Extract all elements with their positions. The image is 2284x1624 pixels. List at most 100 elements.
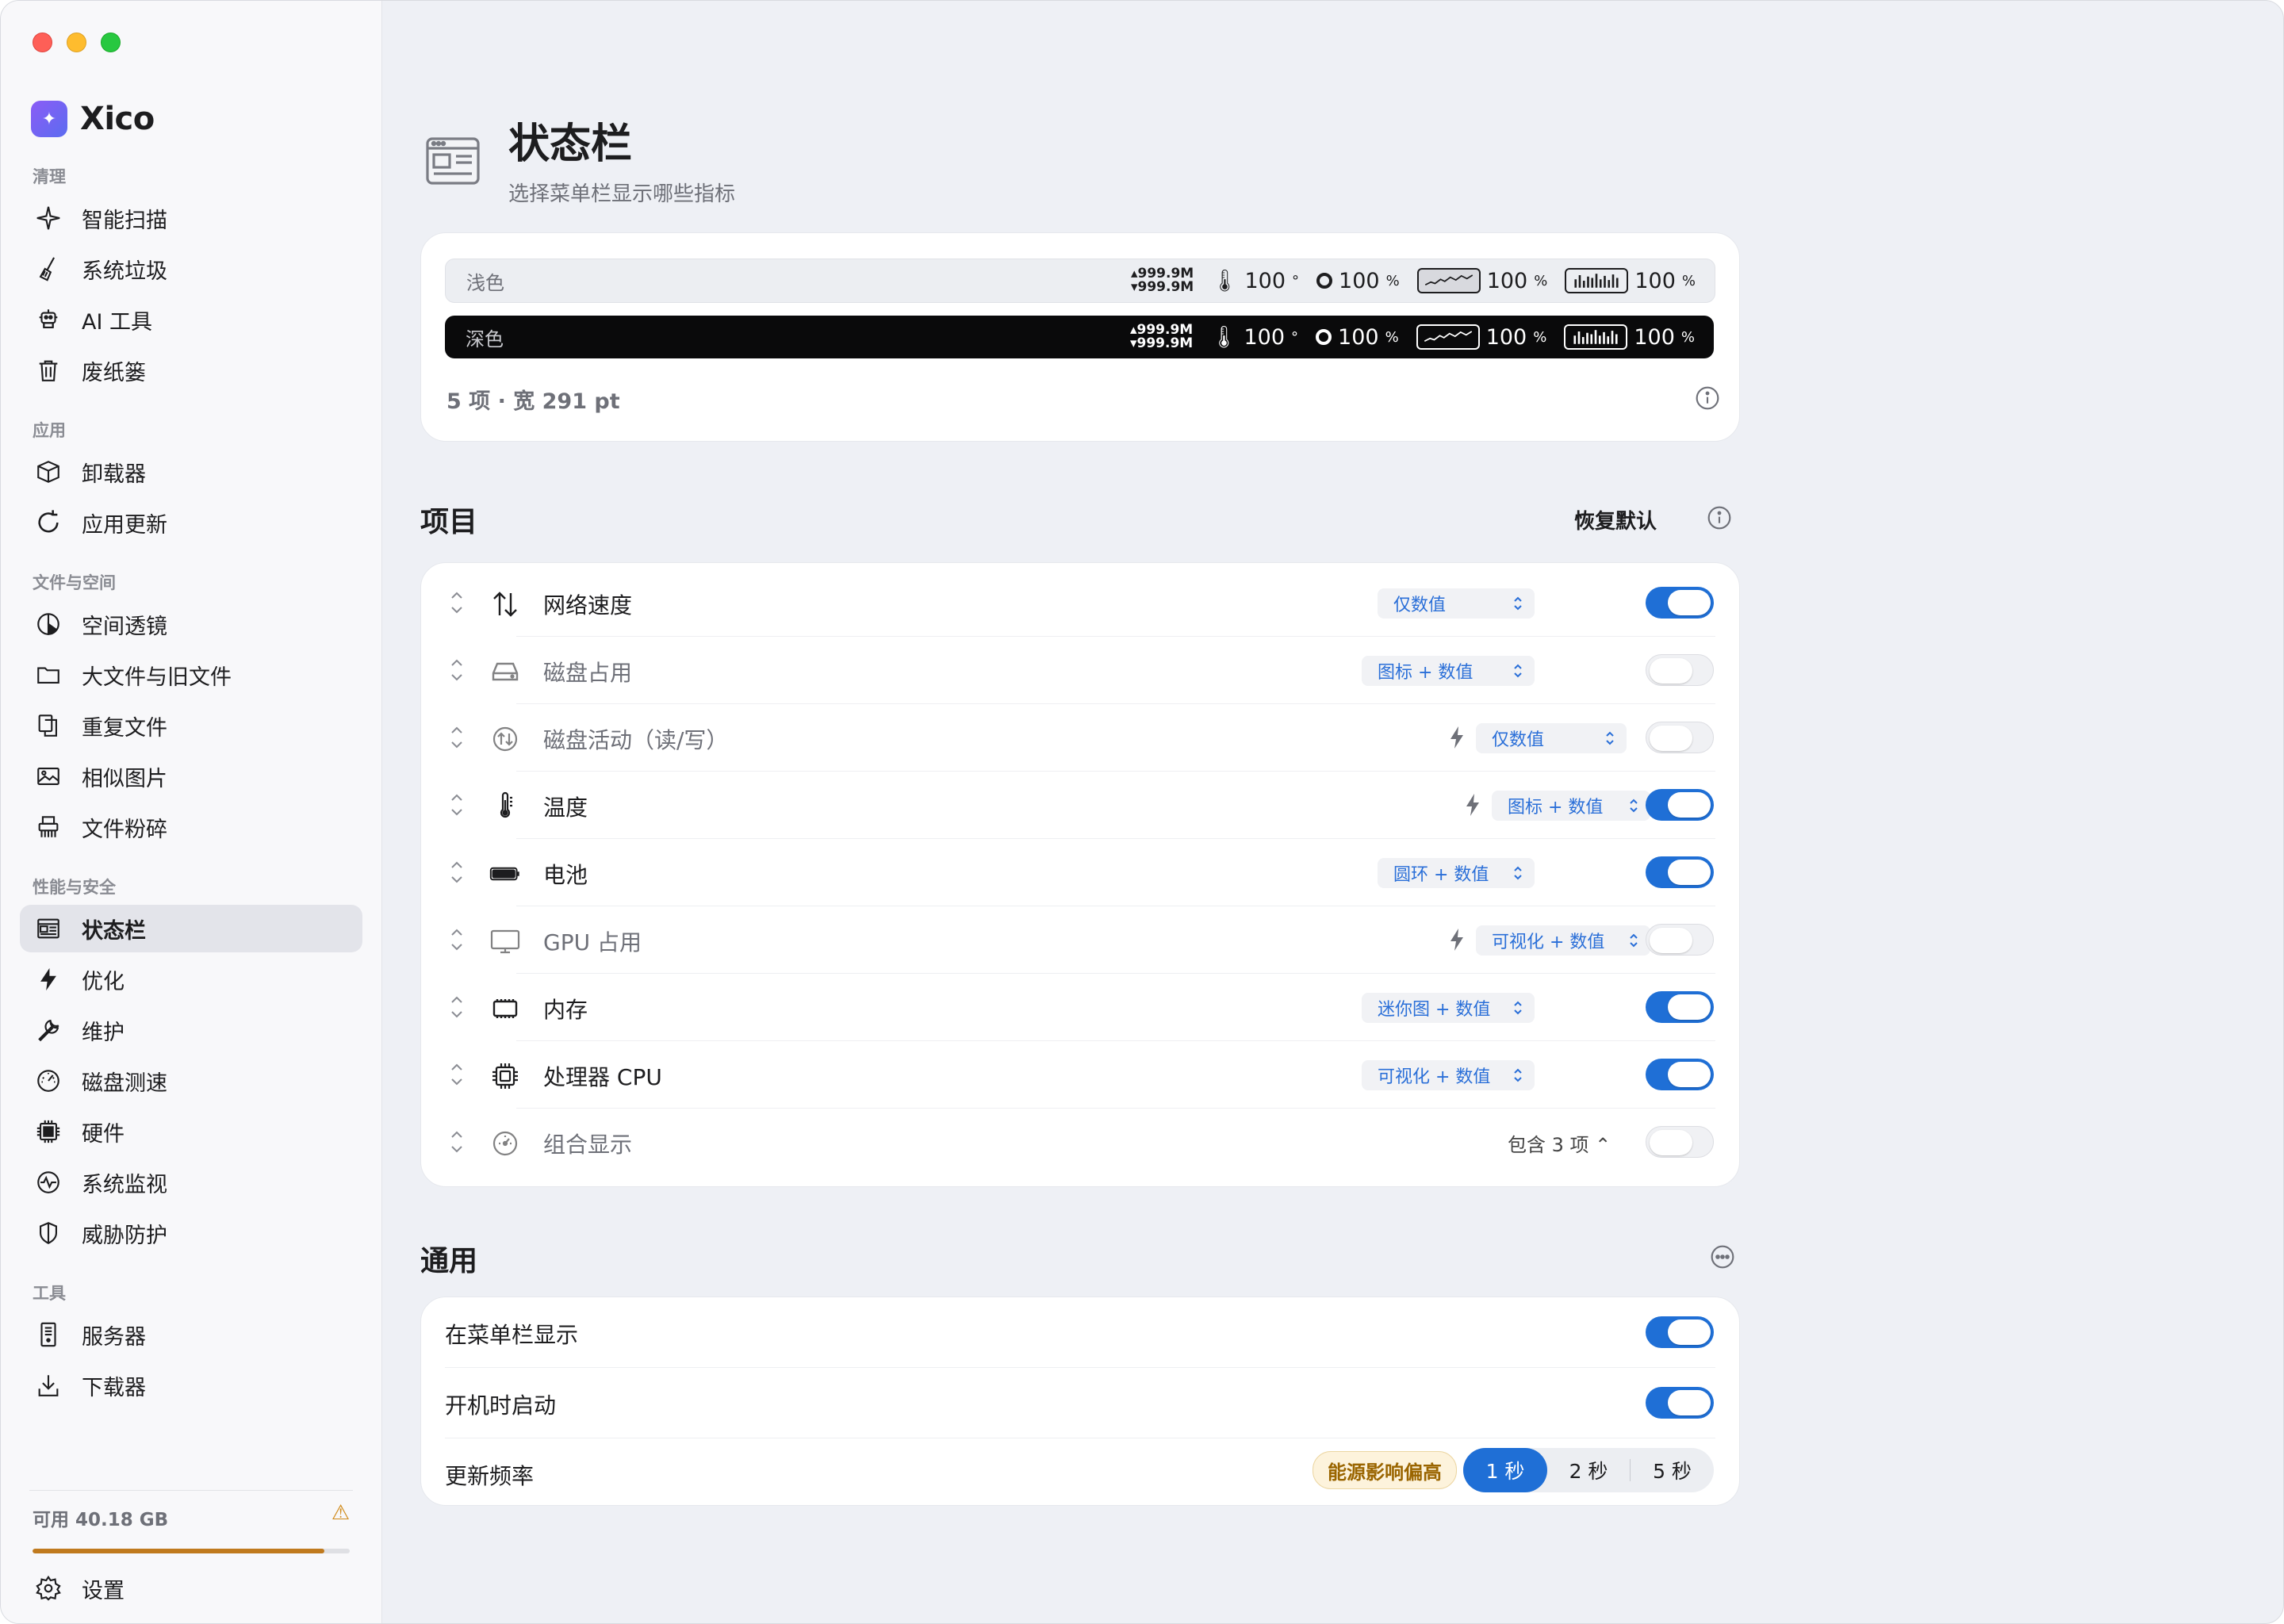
- info-icon[interactable]: [1695, 385, 1720, 411]
- list-item-combined-display: 组合显示 包含 3 项 ⌃: [445, 1109, 1715, 1176]
- sidebar-item-space-lens[interactable]: 空间透镜: [20, 600, 362, 648]
- info-icon[interactable]: [1707, 505, 1732, 530]
- warning-icon: ⚠: [331, 1501, 350, 1525]
- ring-icon: [1316, 329, 1332, 345]
- refresh-icon: [34, 508, 63, 537]
- drag-handle-icon[interactable]: [445, 722, 469, 753]
- sidebar-item-hardware[interactable]: 硬件: [20, 1108, 362, 1155]
- chevron-up-down-icon: [1514, 866, 1522, 880]
- sidebar-item-threat-protection[interactable]: 威胁防护: [20, 1209, 362, 1257]
- speedometer-icon: [34, 1067, 63, 1095]
- sidebar-item-trash[interactable]: 废纸篓: [20, 347, 362, 394]
- sidebar-item-app-updates[interactable]: 应用更新: [20, 499, 362, 546]
- launch-at-login-toggle[interactable]: [1646, 1387, 1714, 1419]
- combined-items-select[interactable]: 包含 3 项 ⌃: [1508, 1129, 1611, 1157]
- enable-toggle[interactable]: [1646, 587, 1714, 619]
- sidebar-item-label: 大文件与旧文件: [82, 665, 232, 690]
- main-content: 状态栏 选择菜单栏显示哪些指标 浅色 ▴999.9M ▾999.9M 🌡︎ 100…: [382, 1, 2283, 1623]
- frequency-option-5s[interactable]: 5 秒: [1631, 1448, 1714, 1492]
- frequency-option-1s[interactable]: 1 秒: [1463, 1448, 1547, 1492]
- drag-handle-icon[interactable]: [445, 789, 469, 821]
- sidebar-item-smart-scan[interactable]: 智能扫描: [20, 194, 362, 242]
- app-window: ✦ Xico 清理 智能扫描 系统垃圾 AI 工具 废纸篓 应用 卸载器 应用更…: [0, 0, 2284, 1624]
- enable-toggle[interactable]: [1646, 722, 1714, 753]
- thermometer-icon: 🌡︎: [1210, 325, 1238, 350]
- sidebar-item-large-old-files[interactable]: 大文件与旧文件: [20, 651, 362, 699]
- list-item-memory: 内存 迷你图 + 数值: [445, 974, 1715, 1041]
- sidebar-item-similar-photos[interactable]: 相似图片: [20, 753, 362, 800]
- list-item-network-speed: 网络速度 仅数值: [445, 569, 1715, 637]
- enable-toggle[interactable]: [1646, 991, 1714, 1023]
- more-options-icon[interactable]: [1710, 1244, 1735, 1270]
- thermometer-icon: [489, 791, 521, 822]
- display-mode-select[interactable]: 图标 + 数值: [1492, 791, 1650, 821]
- item-label: 网络速度: [543, 592, 633, 619]
- app-logo-icon: ✦: [31, 101, 67, 137]
- item-label: 处理器 CPU: [543, 1064, 662, 1090]
- display-mode-select[interactable]: 可视化 + 数值: [1362, 1060, 1535, 1090]
- drag-handle-icon[interactable]: [445, 1059, 469, 1090]
- arrows-up-down-icon: [489, 588, 521, 620]
- drag-handle-icon[interactable]: [445, 654, 469, 686]
- setting-row-update-frequency: 更新频率 能源影响偏高 1 秒 2 秒 5 秒: [445, 1438, 1715, 1509]
- chevron-up-down-icon: ⌃: [1595, 1134, 1611, 1156]
- zoom-window-button[interactable]: [101, 33, 121, 52]
- drag-handle-icon[interactable]: [445, 991, 469, 1023]
- chevron-up-down-icon: [1514, 1001, 1522, 1015]
- item-label: 内存: [543, 997, 588, 1023]
- drag-handle-icon[interactable]: [445, 1126, 469, 1158]
- monitor-icon: [489, 925, 521, 957]
- sidebar-item-duplicate-files[interactable]: 重复文件: [20, 702, 362, 749]
- display-mode-select[interactable]: 仅数值: [1476, 723, 1627, 753]
- sidebar-item-label: 重复文件: [82, 715, 167, 741]
- drag-handle-icon[interactable]: [445, 587, 469, 619]
- sidebar-item-settings[interactable]: 设置: [20, 1565, 362, 1612]
- sidebar-item-uninstaller[interactable]: 卸载器: [20, 448, 362, 496]
- display-mode-select[interactable]: 圆环 + 数值: [1378, 858, 1535, 888]
- sidebar-item-label: 设置: [82, 1578, 125, 1603]
- setting-label: 在菜单栏显示: [445, 1322, 579, 1348]
- chevron-up-down-icon: [1606, 731, 1614, 745]
- sidebar-item-label: 下载器: [82, 1375, 146, 1400]
- setting-label: 开机时启动: [445, 1392, 557, 1419]
- frequency-option-2s[interactable]: 2 秒: [1547, 1448, 1630, 1492]
- enable-toggle[interactable]: [1646, 1126, 1714, 1158]
- sidebar-item-disk-speed[interactable]: 磁盘测速: [20, 1057, 362, 1105]
- display-mode-select[interactable]: 图标 + 数值: [1362, 656, 1535, 686]
- item-label: 温度: [543, 795, 588, 821]
- preview-summary: 5 项 · 宽 291 pt: [446, 389, 620, 414]
- shredder-icon: [34, 813, 63, 841]
- enable-toggle[interactable]: [1646, 924, 1714, 956]
- sidebar-item-label: AI 工具: [82, 309, 153, 335]
- display-mode-select[interactable]: 迷你图 + 数值: [1362, 993, 1535, 1023]
- sidebar-item-ai-tools[interactable]: AI 工具: [20, 296, 362, 343]
- enable-toggle[interactable]: [1646, 789, 1714, 821]
- display-mode-select[interactable]: 可视化 + 数值: [1476, 925, 1650, 956]
- enable-toggle[interactable]: [1646, 654, 1714, 686]
- chevron-up-down-icon: [1514, 664, 1522, 678]
- sidebar-item-system-junk[interactable]: 系统垃圾: [20, 245, 362, 293]
- enable-toggle[interactable]: [1646, 1059, 1714, 1090]
- sidebar-item-label: 应用更新: [82, 512, 167, 538]
- drag-handle-icon[interactable]: [445, 924, 469, 956]
- sidebar-item-status-bar[interactable]: 状态栏: [20, 905, 362, 952]
- sidebar-item-servers[interactable]: 服务器: [20, 1311, 362, 1358]
- power-bolt-icon: [1466, 794, 1479, 816]
- sidebar-item-downloader[interactable]: 下载器: [20, 1362, 362, 1409]
- sidebar-item-system-monitor[interactable]: 系统监视: [20, 1159, 362, 1206]
- enable-toggle[interactable]: [1646, 856, 1714, 888]
- sidebar-item-maintenance[interactable]: 维护: [20, 1006, 362, 1054]
- minimize-window-button[interactable]: [67, 33, 86, 52]
- display-mode-select[interactable]: 仅数值: [1378, 588, 1535, 619]
- page-header: 状态栏 选择菜单栏显示哪些指标: [424, 118, 735, 207]
- sidebar-item-optimize[interactable]: 优化: [20, 956, 362, 1003]
- close-window-button[interactable]: [33, 33, 52, 52]
- nav-section-clean: 清理: [33, 167, 66, 186]
- show-in-menubar-toggle[interactable]: [1646, 1316, 1714, 1348]
- app-name: Xico: [80, 101, 155, 137]
- power-bolt-icon: [1450, 726, 1463, 749]
- drag-handle-icon[interactable]: [445, 856, 469, 888]
- sidebar-item-file-shredder[interactable]: 文件粉碎: [20, 803, 362, 851]
- status-bar-icon: [424, 132, 481, 193]
- restore-defaults-button[interactable]: 恢复默认: [1574, 505, 1657, 534]
